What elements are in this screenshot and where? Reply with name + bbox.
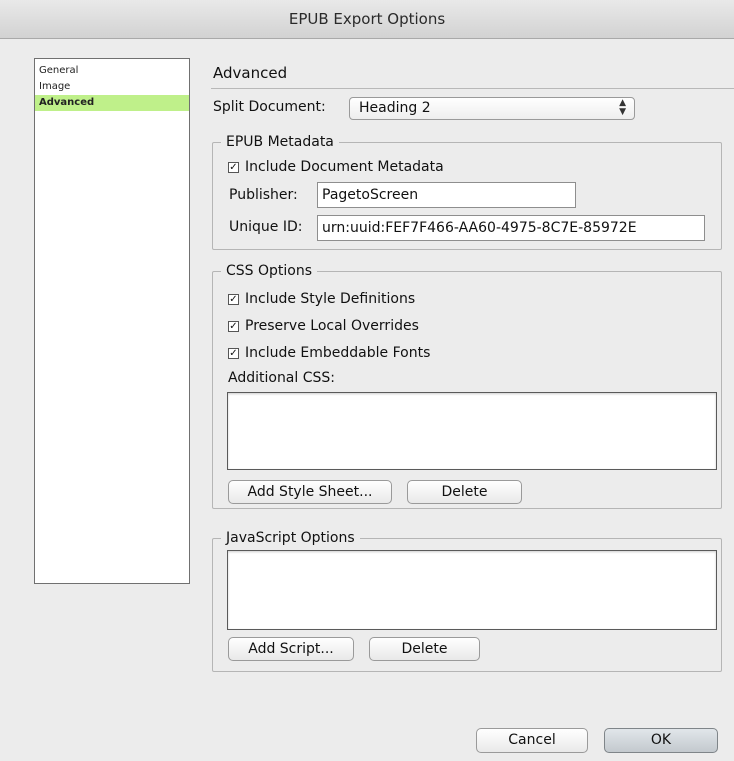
include-style-definitions-checkbox[interactable]: ✓ (228, 293, 239, 305)
title-divider (211, 88, 734, 89)
publisher-label: Publisher: (229, 187, 298, 203)
unique-id-label: Unique ID: (229, 219, 303, 235)
sidebar-item-advanced[interactable]: Advanced (35, 95, 189, 111)
window-titlebar: EPUB Export Options (0, 0, 734, 39)
preserve-local-overrides-checkbox[interactable]: ✓ (228, 320, 239, 332)
css-options-legend: CSS Options (221, 263, 318, 279)
sidebar-item-label: Advanced (39, 97, 95, 108)
additional-css-list[interactable] (227, 392, 717, 470)
include-embeddable-fonts-label: Include Embeddable Fonts (245, 345, 431, 361)
cancel-button[interactable]: Cancel (476, 728, 588, 753)
window-title: EPUB Export Options (288, 10, 446, 28)
preserve-local-overrides-option[interactable]: ✓ Preserve Local Overrides (228, 318, 419, 334)
javascript-list[interactable] (227, 550, 717, 630)
add-script-button[interactable]: Add Script... (228, 637, 354, 661)
split-document-select[interactable]: Heading 2 ▲ ▼ (349, 97, 635, 120)
include-style-definitions-label: Include Style Definitions (245, 291, 416, 307)
sidebar-panel-list: General Image Advanced (34, 58, 190, 584)
sidebar-item-general[interactable]: General (35, 63, 189, 79)
preserve-local-overrides-label: Preserve Local Overrides (245, 318, 419, 334)
split-document-label: Split Document: (213, 99, 326, 115)
split-document-value: Heading 2 (359, 100, 431, 116)
epub-metadata-legend: EPUB Metadata (221, 134, 339, 150)
additional-css-label: Additional CSS: (228, 370, 335, 386)
javascript-options-legend: JavaScript Options (221, 530, 360, 546)
include-metadata-checkbox[interactable]: ✓ (228, 161, 239, 173)
delete-css-button[interactable]: Delete (407, 480, 522, 504)
include-metadata-label: Include Document Metadata (245, 159, 444, 175)
unique-id-field[interactable]: urn:uuid:FEF7F466-AA60-4975-8C7E-85972E (317, 215, 705, 241)
include-embeddable-fonts-checkbox[interactable]: ✓ (228, 347, 239, 359)
publisher-field[interactable]: PagetoScreen (317, 182, 576, 208)
sidebar-item-image[interactable]: Image (35, 79, 189, 95)
add-style-sheet-button[interactable]: Add Style Sheet... (228, 480, 392, 504)
chevron-up-down-icon: ▲ ▼ (619, 98, 626, 117)
include-metadata-option[interactable]: ✓ Include Document Metadata (228, 159, 444, 175)
include-style-definitions-option[interactable]: ✓ Include Style Definitions (228, 291, 415, 307)
sidebar-item-label: Image (39, 81, 71, 92)
ok-button[interactable]: OK (604, 728, 718, 753)
include-embeddable-fonts-option[interactable]: ✓ Include Embeddable Fonts (228, 345, 430, 361)
section-title: Advanced (213, 64, 288, 82)
delete-script-button[interactable]: Delete (369, 637, 480, 661)
sidebar-item-label: General (39, 65, 79, 76)
